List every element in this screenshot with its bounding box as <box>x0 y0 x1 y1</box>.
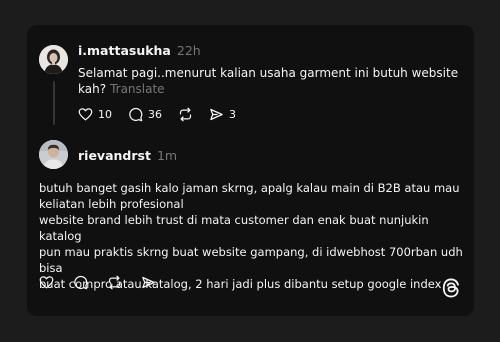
avatar-image <box>39 45 68 74</box>
post-text-line: kah? Translate <box>78 81 468 97</box>
post-actions: 10 36 3 <box>78 107 252 122</box>
like-button[interactable]: 10 <box>78 107 112 122</box>
post-text: Selamat pagi..menurut kalian usaha garme… <box>78 65 468 97</box>
repost-icon <box>108 275 121 290</box>
share-button[interactable]: 3 <box>209 107 236 122</box>
like-count: 10 <box>98 108 112 121</box>
translate-link[interactable]: Translate <box>110 82 165 96</box>
repost-icon <box>179 107 192 122</box>
send-icon <box>210 108 223 121</box>
avatar-image <box>39 140 68 169</box>
post-text-line: Selamat pagi..menurut kalian usaha garme… <box>78 66 459 80</box>
avatar[interactable] <box>39 45 68 74</box>
avatar[interactable] <box>39 140 68 169</box>
username[interactable]: i.mattasukha <box>78 43 171 58</box>
share-button[interactable] <box>141 275 156 290</box>
threads-logo[interactable] <box>442 278 460 302</box>
heart-icon <box>39 276 54 289</box>
thread-connector-line <box>53 81 55 125</box>
post-text-line: pun mau praktis skrng buat website gampa… <box>39 245 463 275</box>
comment-icon <box>129 107 143 122</box>
post-text-line: butuh banget gasih kalo jaman skrng, apa… <box>39 181 460 195</box>
send-icon <box>142 276 155 289</box>
like-button[interactable] <box>39 275 54 290</box>
share-count: 3 <box>229 108 236 121</box>
reply-button[interactable]: 36 <box>128 107 162 122</box>
post-text-line: website brand lebih trust di mata custom… <box>39 213 429 243</box>
comment-icon <box>74 275 88 290</box>
heart-icon <box>78 108 93 121</box>
post-text-line: keliatan lebih profesional <box>39 197 184 211</box>
reply-count: 36 <box>148 108 162 121</box>
post-header: rievandrst 1m <box>78 148 177 163</box>
post-text-end: kah? <box>78 82 107 96</box>
post-actions <box>39 275 172 290</box>
repost-button[interactable] <box>107 275 122 290</box>
timestamp[interactable]: 22h <box>177 43 201 58</box>
repost-button[interactable] <box>178 107 193 122</box>
timestamp[interactable]: 1m <box>157 148 177 163</box>
username[interactable]: rievandrst <box>78 148 151 163</box>
post-header: i.mattasukha 22h <box>78 43 201 58</box>
threads-logo-icon <box>442 278 459 298</box>
thread-card: i.mattasukha 22h Selamat pagi..menurut ka… <box>27 25 474 316</box>
reply-button[interactable] <box>73 275 88 290</box>
